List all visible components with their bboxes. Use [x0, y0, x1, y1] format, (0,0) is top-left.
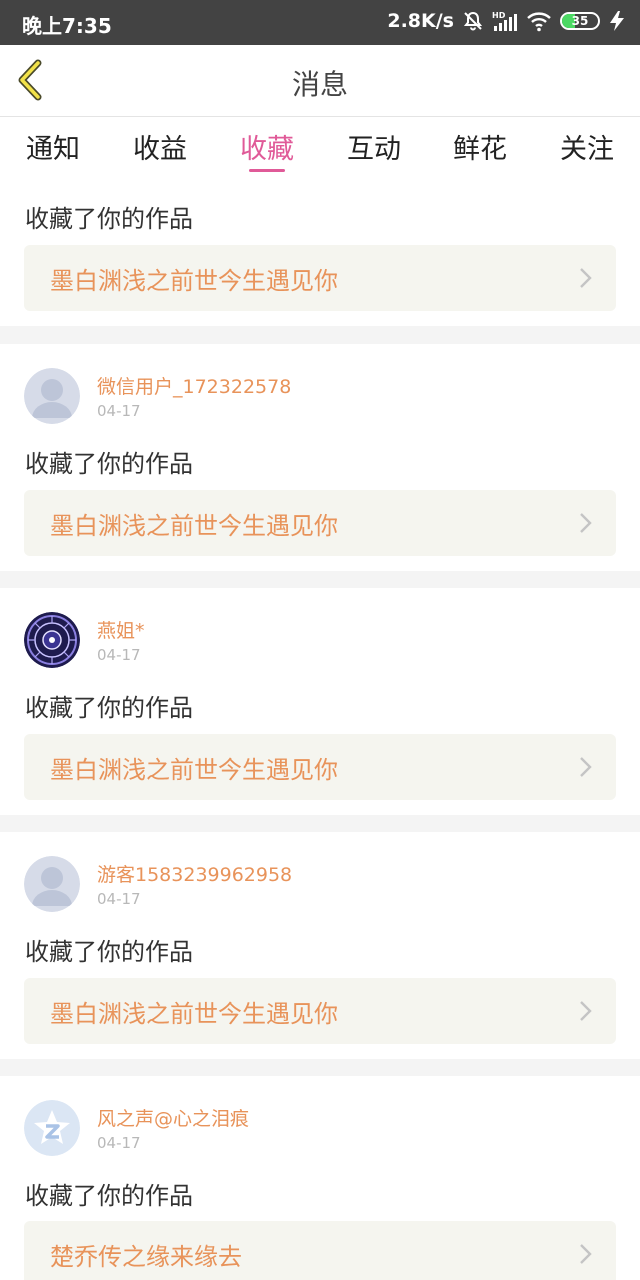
status-time: 晚上7:35 — [22, 14, 112, 38]
wifi-icon — [526, 10, 552, 32]
status-bar: 晚上7:35 2.8K/s HD 35 — [0, 0, 640, 45]
message-card: 风之声@心之泪痕 04-17 收藏了你的作品 楚乔传之缘来缘去 — [0, 1076, 640, 1280]
message-date: 04-17 — [97, 402, 141, 420]
hd-signal-icon: HD — [492, 10, 518, 32]
action-text: 收藏了你的作品 — [25, 1182, 193, 1210]
tab-follows[interactable]: 关注 — [560, 127, 614, 166]
message-card: 微信用户_172322578 04-17 收藏了你的作品 墨白渊浅之前世今生遇见… — [0, 344, 640, 571]
message-card: 收藏了你的作品 墨白渊浅之前世今生遇见你 — [0, 181, 640, 326]
work-link[interactable]: 墨白渊浅之前世今生遇见你 — [24, 734, 616, 800]
chevron-right-icon — [580, 757, 592, 777]
page-title: 消息 — [291, 68, 348, 101]
user-avatar[interactable] — [24, 856, 80, 912]
zodiac-wheel-avatar-icon — [24, 612, 80, 668]
message-date: 04-17 — [97, 890, 141, 908]
default-user-avatar-icon — [24, 368, 80, 424]
tab-flowers[interactable]: 鲜花 — [453, 127, 507, 166]
chevron-right-icon — [580, 513, 592, 533]
tab-favorites[interactable]: 收藏 — [240, 127, 294, 166]
active-tab-indicator — [249, 169, 285, 172]
message-date: 04-17 — [97, 646, 141, 664]
battery-level: 35 — [571, 14, 589, 28]
user-avatar[interactable] — [24, 368, 80, 424]
user-avatar[interactable] — [24, 612, 80, 668]
work-title: 墨白渊浅之前世今生遇见你 — [50, 1000, 338, 1028]
work-link[interactable]: 墨白渊浅之前世今生遇见你 — [24, 490, 616, 556]
chevron-right-icon — [580, 268, 592, 288]
mute-bell-icon — [462, 10, 484, 32]
work-link[interactable]: 楚乔传之缘来缘去 — [24, 1221, 616, 1280]
chevron-right-icon — [580, 1244, 592, 1264]
status-right: 2.8K/s HD 35 — [387, 10, 626, 32]
tab-interactions[interactable]: 互动 — [347, 127, 401, 166]
battery-icon: 35 — [560, 12, 600, 30]
message-date: 04-17 — [97, 1134, 141, 1152]
svg-text:HD: HD — [492, 11, 506, 20]
default-user-avatar-icon — [24, 856, 80, 912]
action-text: 收藏了你的作品 — [25, 938, 193, 966]
username[interactable]: 游客1583239962958 — [97, 860, 292, 887]
work-title: 墨白渊浅之前世今生遇见你 — [50, 512, 338, 540]
username[interactable]: 燕姐* — [97, 616, 145, 643]
nav-header: 消息 — [0, 45, 640, 117]
message-card: 游客1583239962958 04-17 收藏了你的作品 墨白渊浅之前世今生遇… — [0, 832, 640, 1059]
tab-earnings[interactable]: 收益 — [133, 127, 187, 166]
tab-bar: 通知 收益 收藏 互动 鲜花 关注 — [0, 117, 640, 181]
work-link[interactable]: 墨白渊浅之前世今生遇见你 — [24, 978, 616, 1044]
work-link[interactable]: 墨白渊浅之前世今生遇见你 — [24, 245, 616, 311]
action-text: 收藏了你的作品 — [25, 694, 193, 722]
work-title: 墨白渊浅之前世今生遇见你 — [50, 756, 338, 784]
work-title: 墨白渊浅之前世今生遇见你 — [50, 267, 338, 295]
user-avatar[interactable] — [24, 1100, 80, 1156]
network-speed: 2.8K/s — [387, 10, 454, 32]
username[interactable]: 风之声@心之泪痕 — [97, 1104, 249, 1131]
action-text: 收藏了你的作品 — [25, 205, 193, 233]
work-title: 楚乔传之缘来缘去 — [50, 1243, 242, 1271]
message-card: 燕姐* 04-17 收藏了你的作品 墨白渊浅之前世今生遇见你 — [0, 588, 640, 815]
action-text: 收藏了你的作品 — [25, 450, 193, 478]
chevron-right-icon — [580, 1001, 592, 1021]
charging-icon — [608, 10, 626, 32]
username[interactable]: 微信用户_172322578 — [97, 372, 291, 399]
qq-star-avatar-icon — [24, 1100, 80, 1156]
tab-notifications[interactable]: 通知 — [26, 127, 80, 166]
